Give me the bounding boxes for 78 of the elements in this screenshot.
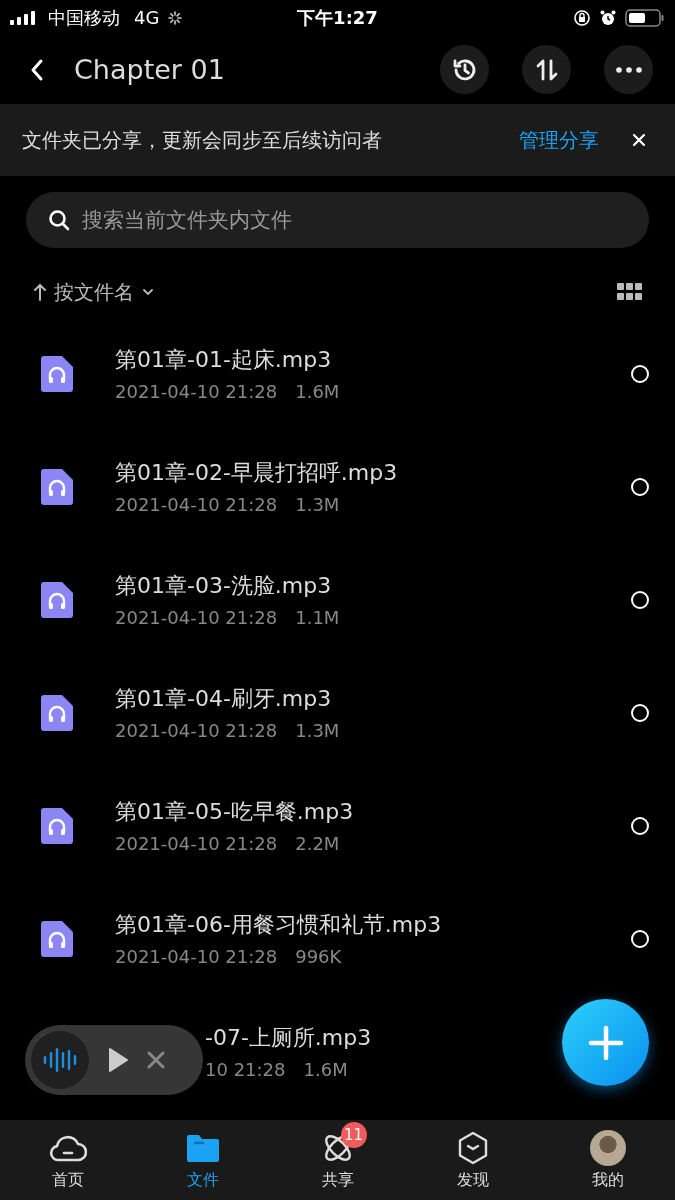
back-icon bbox=[30, 57, 44, 82]
audio-file-icon bbox=[41, 920, 73, 957]
clock-time: 下午1:27 bbox=[297, 5, 378, 30]
file-size: 1.3M bbox=[295, 720, 340, 741]
sound-wave-icon bbox=[43, 1047, 77, 1073]
select-checkbox[interactable] bbox=[631, 364, 649, 383]
plus-icon bbox=[587, 1024, 624, 1061]
file-date: 2021-04-10 21:28 bbox=[115, 833, 278, 854]
audio-file-icon bbox=[41, 355, 73, 392]
more-button[interactable] bbox=[604, 45, 653, 94]
search-icon bbox=[48, 209, 70, 231]
history-button[interactable] bbox=[440, 45, 489, 94]
file-date: 2021-04-10 21:28 bbox=[115, 607, 278, 628]
carrier-name: 中国移动 bbox=[48, 5, 120, 30]
file-name: 第01章-01-起床.mp3 bbox=[115, 346, 332, 374]
close-player-button[interactable] bbox=[147, 1051, 165, 1069]
network-type: 4G bbox=[134, 7, 160, 28]
tab-item[interactable]: 文件 bbox=[135, 1120, 270, 1200]
file-name: 第01章-04-刷牙.mp3 bbox=[115, 685, 332, 713]
file-name: 第01章-02-早晨打招呼.mp3 bbox=[115, 459, 398, 487]
file-name: 第01章-03-洗脸.mp3 bbox=[115, 572, 332, 600]
file-size: 2.2M bbox=[295, 833, 340, 854]
sort-button[interactable]: 按文件名 bbox=[34, 278, 154, 306]
select-checkbox[interactable] bbox=[631, 590, 649, 609]
audio-file-icon bbox=[41, 468, 73, 505]
tab-item[interactable]: 首页 bbox=[0, 1120, 135, 1200]
tab-item[interactable]: 11 共享 bbox=[270, 1120, 405, 1200]
grid-icon bbox=[617, 283, 643, 301]
file-row[interactable]: 第01章-02-早晨打招呼.mp3 2021-04-10 21:28 1.3M bbox=[0, 430, 675, 543]
select-checkbox[interactable] bbox=[631, 929, 649, 948]
close-banner-button[interactable] bbox=[631, 132, 647, 148]
avatar bbox=[589, 1129, 626, 1166]
folder-icon bbox=[185, 1132, 220, 1163]
battery-icon bbox=[625, 7, 665, 28]
file-size: 996K bbox=[295, 946, 342, 967]
alarm-icon bbox=[599, 8, 617, 27]
file-date: 2021-04-10 21:28 bbox=[115, 494, 278, 515]
file-row[interactable]: 第01章-06-用餐习惯和礼节.mp3 2021-04-10 21:28 996K bbox=[0, 882, 675, 995]
file-row[interactable]: 第01章-04-刷牙.mp3 2021-04-10 21:28 1.3M bbox=[0, 656, 675, 769]
close-icon bbox=[633, 134, 645, 146]
file-date: 10 21:28 bbox=[205, 1059, 286, 1080]
file-date: 2021-04-10 21:28 bbox=[115, 720, 278, 741]
file-size: 1.3M bbox=[295, 494, 340, 515]
rotation-lock-icon bbox=[573, 8, 591, 27]
file-size: 1.6M bbox=[303, 1059, 348, 1080]
close-icon bbox=[147, 1051, 165, 1069]
file-date: 2021-04-10 21:28 bbox=[115, 946, 278, 967]
tab-item[interactable]: 我的 bbox=[540, 1120, 675, 1200]
audio-file-icon bbox=[41, 807, 73, 844]
search-field[interactable]: 搜索当前文件夹内文件 bbox=[26, 192, 649, 248]
select-checkbox[interactable] bbox=[631, 477, 649, 496]
select-checkbox[interactable] bbox=[631, 703, 649, 722]
audio-file-icon bbox=[41, 694, 73, 731]
up-arrow-icon bbox=[34, 283, 46, 301]
file-name: 第01章-06-用餐习惯和礼节.mp3 bbox=[115, 911, 442, 939]
file-name: 第01章-05-吃早餐.mp3 bbox=[115, 798, 354, 826]
file-row[interactable]: 第01章-03-洗脸.mp3 2021-04-10 21:28 1.1M bbox=[0, 543, 675, 656]
play-button[interactable] bbox=[107, 1047, 129, 1073]
folder-title: Chapter 01 bbox=[74, 54, 226, 85]
play-icon bbox=[107, 1047, 129, 1073]
select-checkbox[interactable] bbox=[631, 816, 649, 835]
file-name: -07-上厕所.mp3 bbox=[205, 1024, 372, 1052]
notification-badge: 11 bbox=[340, 1121, 367, 1148]
tab-item[interactable]: 发现 bbox=[405, 1120, 540, 1200]
chevron-down-icon bbox=[142, 288, 154, 296]
loading-icon bbox=[167, 9, 184, 26]
file-size: 1.6M bbox=[295, 381, 340, 402]
file-date: 2021-04-10 21:28 bbox=[115, 381, 278, 402]
manage-share-link[interactable]: 管理分享 bbox=[519, 126, 599, 154]
file-row[interactable]: 第01章-05-吃早餐.mp3 2021-04-10 21:28 2.2M bbox=[0, 769, 675, 882]
more-icon bbox=[615, 66, 642, 73]
share-message: 文件夹已分享，更新会同步至后续访问者 bbox=[22, 126, 383, 154]
file-row[interactable]: 第01章-01-起床.mp3 2021-04-10 21:28 1.6M bbox=[0, 317, 675, 430]
add-button[interactable] bbox=[562, 999, 649, 1086]
grid-view-button[interactable] bbox=[617, 283, 643, 301]
audio-file-icon bbox=[41, 581, 73, 618]
file-size: 1.1M bbox=[295, 607, 340, 628]
transfer-button[interactable] bbox=[522, 45, 571, 94]
